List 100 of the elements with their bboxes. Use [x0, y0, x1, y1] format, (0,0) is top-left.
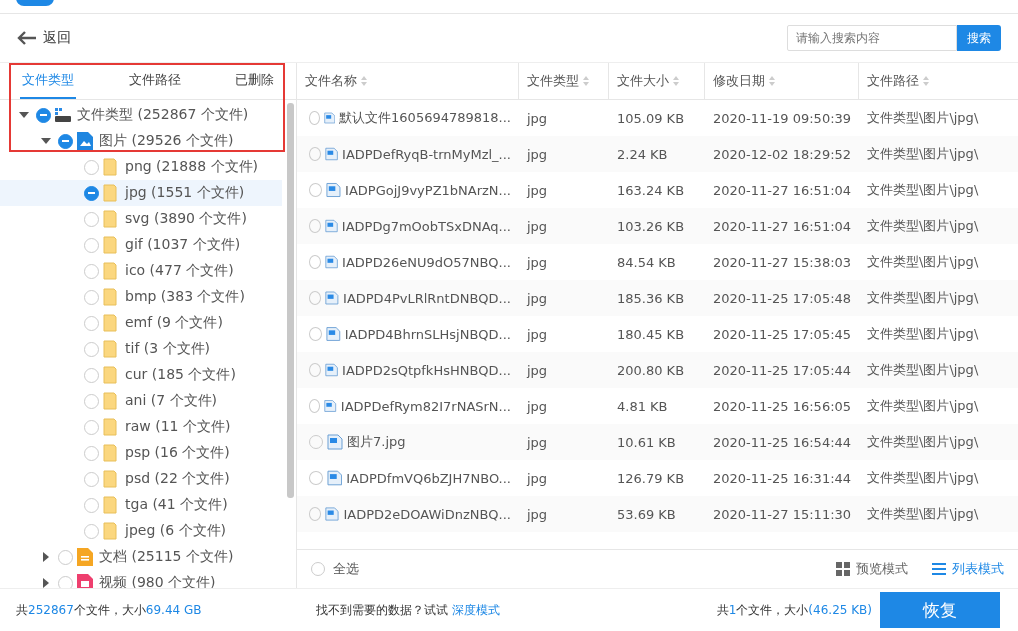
tree-item[interactable]: raw (11 个文件): [0, 414, 282, 440]
table-cell: 文件类型\图片\jpg\: [867, 253, 979, 271]
table-cell: jpg: [527, 254, 548, 270]
folder-icon: [103, 210, 119, 228]
tree-item[interactable]: tga (41 个文件): [0, 492, 282, 518]
table-cell: 文件类型\图片\jpg\: [867, 289, 979, 307]
deep-mode-link[interactable]: 深度模式: [451, 602, 500, 617]
table-cell: IADPD4BhrnSLHsjNBQD...: [344, 326, 511, 342]
table-cell: 180.45 KB: [617, 326, 685, 342]
table-cell: IADPD2sQtpfkHsHNBQD...: [342, 362, 511, 378]
column-header[interactable]: 修改日期: [705, 63, 859, 99]
sort-icon[interactable]: [769, 76, 775, 86]
total-summary: 共252867个文件，大小69.44 GB: [16, 601, 203, 619]
table-cell: IADPDfmVQ6bZJH7NBO...: [346, 470, 511, 486]
column-header[interactable]: 文件路径: [859, 63, 1018, 99]
video-file-icon: [77, 574, 93, 588]
table-cell: 84.54 KB: [617, 254, 676, 270]
back-button[interactable]: 返回: [17, 29, 71, 47]
tree-item[interactable]: ani (7 个文件): [0, 388, 282, 414]
back-arrow-icon: [17, 30, 37, 46]
table-cell: 53.69 KB: [617, 506, 676, 522]
table-cell: IADPD2eDOAWiDnzNBQ...: [343, 506, 511, 522]
sort-icon[interactable]: [583, 76, 589, 86]
folder-icon: [103, 288, 119, 306]
table-cell: 2020-11-25 17:05:48: [713, 290, 852, 306]
tab[interactable]: 文件路径: [126, 63, 183, 99]
table-cell: 2.24 KB: [617, 146, 668, 162]
checkbox[interactable]: [84, 185, 99, 201]
scrollbar[interactable]: [287, 103, 294, 498]
table-cell: 2020-11-25 16:31:44: [713, 470, 852, 486]
sort-icon[interactable]: [361, 76, 367, 86]
tree-item[interactable]: bmp (383 个文件): [0, 284, 282, 310]
table-cell: IADPDg7mOobTSxDNAq...: [341, 218, 511, 234]
table-cell: 文件类型\图片\jpg\: [867, 145, 979, 163]
tab[interactable]: 已删除: [233, 63, 276, 99]
tree-item[interactable]: 图片 (29526 个文件): [0, 128, 282, 154]
sort-icon[interactable]: [923, 76, 929, 86]
tree-item[interactable]: cur (185 个文件): [0, 362, 282, 388]
recover-button[interactable]: 恢复: [880, 592, 1000, 628]
table-cell: 文件类型\图片\jpg\: [867, 181, 979, 199]
table-cell: 103.26 KB: [617, 218, 685, 234]
folder-icon: [103, 522, 119, 540]
table-cell: IADPDefRyqB-trnMyMzl_...: [342, 146, 511, 162]
tab[interactable]: 文件类型: [20, 63, 76, 99]
tree-item[interactable]: psd (22 个文件): [0, 466, 282, 492]
folder-icon: [103, 366, 119, 384]
view-mode-button[interactable]: 列表模式: [932, 560, 1004, 578]
tree-item[interactable]: emf (9 个文件): [0, 310, 282, 336]
select-all-checkbox[interactable]: 全选: [311, 560, 359, 578]
table-cell: 10.61 KB: [617, 434, 676, 450]
table-cell: 2020-11-27 16:51:04: [713, 218, 852, 234]
table-cell: jpg: [527, 326, 548, 342]
image-file-icon: [326, 326, 341, 342]
column-header[interactable]: 文件大小: [609, 63, 705, 99]
tree-item[interactable]: 文件类型 (252867 个文件): [0, 102, 282, 128]
checkbox[interactable]: [36, 107, 51, 123]
image-file-icon: [324, 218, 338, 234]
folder-icon: [103, 444, 119, 462]
folder-icon: [103, 418, 119, 436]
table-cell: 2020-11-27 15:38:03: [713, 254, 852, 270]
sort-icon[interactable]: [673, 76, 679, 86]
tree-item[interactable]: tif (3 个文件): [0, 336, 282, 362]
table-cell: 默认文件1605694789818...: [339, 109, 511, 127]
checkbox[interactable]: [58, 133, 73, 149]
table-cell: jpg: [527, 182, 548, 198]
image-file-icon: [323, 110, 336, 126]
tree-item[interactable]: png (21888 个文件): [0, 154, 282, 180]
tree-item[interactable]: psp (16 个文件): [0, 440, 282, 466]
table-cell: 126.79 KB: [617, 470, 685, 486]
folder-icon: [103, 496, 119, 514]
tree-item[interactable]: jpeg (6 个文件): [0, 518, 282, 544]
view-mode-button[interactable]: 预览模式: [836, 560, 908, 578]
image-file-icon: [327, 434, 343, 450]
drive-icon: [55, 106, 71, 124]
tree-item[interactable]: gif (1037 个文件): [0, 232, 282, 258]
table-cell: 2020-11-25 17:05:45: [713, 326, 852, 342]
table-cell: IADPD26eNU9dO57NBQ...: [342, 254, 511, 270]
tree-item[interactable]: 文档 (25115 个文件): [0, 544, 282, 570]
search-field[interactable]: 请输入搜索内容: [787, 25, 957, 51]
image-file-icon: [324, 146, 339, 162]
column-header[interactable]: 文件类型: [519, 63, 609, 99]
table-cell: 文件类型\图片\jpg\: [867, 217, 979, 235]
search-button[interactable]: 搜索: [957, 25, 1001, 51]
table-cell: jpg: [527, 470, 548, 486]
folder-icon: [103, 158, 119, 176]
tree-item[interactable]: svg (3890 个文件): [0, 206, 282, 232]
hint-text: 找不到需要的数据？试试: [316, 602, 448, 617]
list-icon: [932, 562, 946, 576]
table-cell: 文件类型\图片\jpg\: [867, 109, 979, 127]
column-header[interactable]: 文件名称: [297, 63, 519, 99]
table-cell: jpg: [527, 110, 548, 126]
tree-item[interactable]: jpg (1551 个文件): [0, 180, 282, 206]
tree-item[interactable]: ico (477 个文件): [0, 258, 282, 284]
table-cell: jpg: [527, 398, 548, 414]
table-cell: 文件类型\图片\jpg\: [867, 397, 979, 415]
image-file-icon: [77, 132, 93, 150]
table-cell: IADPD4PvLRlRntDNBQD...: [343, 290, 511, 306]
table-cell: 2020-11-25 17:05:44: [713, 362, 852, 378]
table-cell: jpg: [527, 146, 548, 162]
folder-icon: [103, 262, 119, 280]
